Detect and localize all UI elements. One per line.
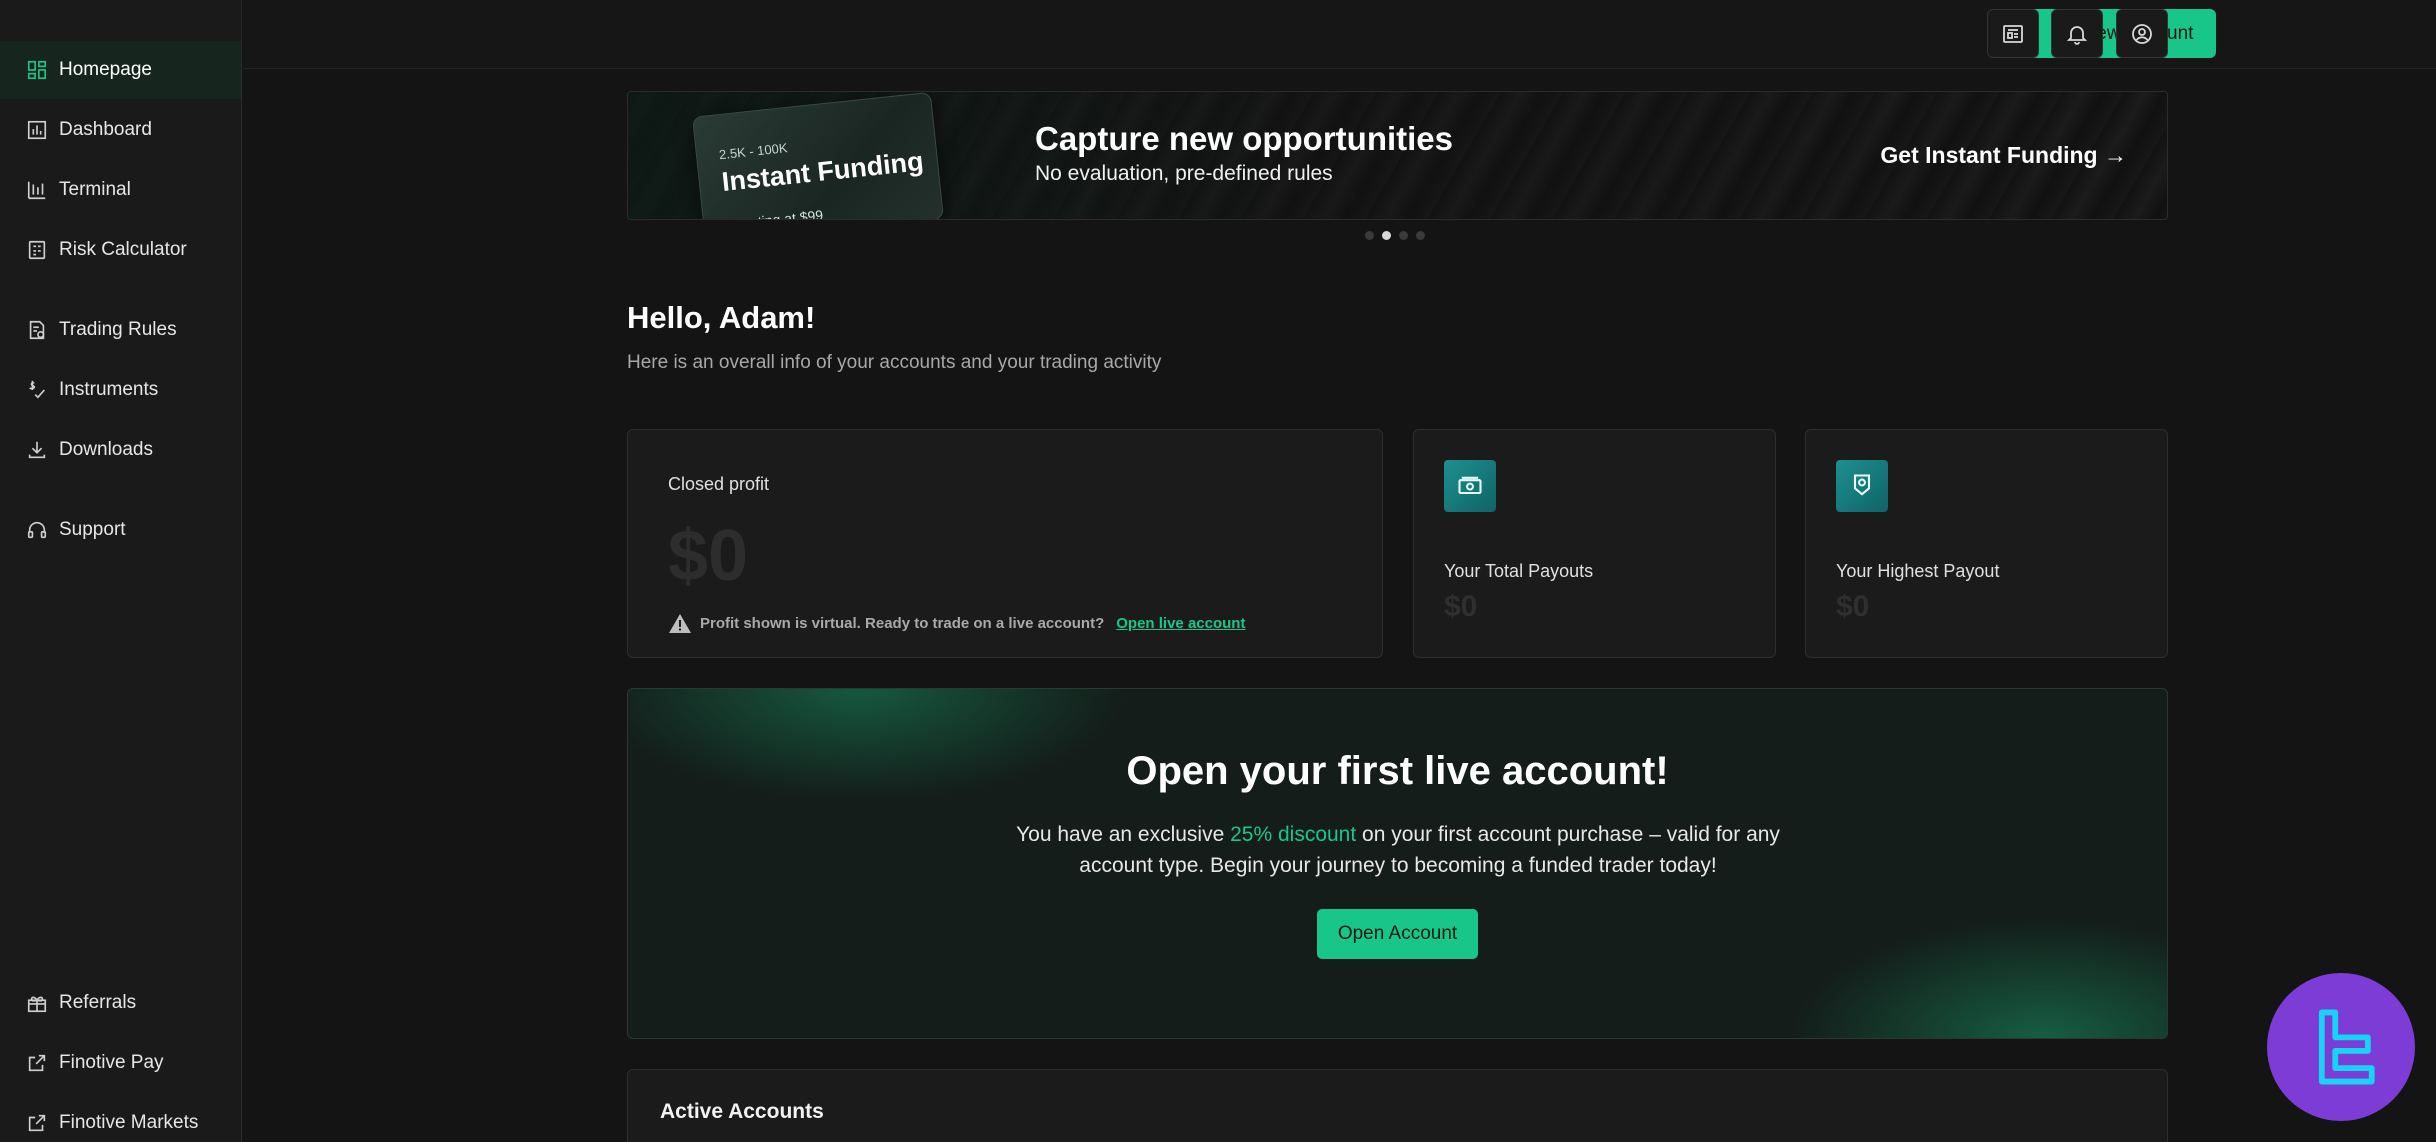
discount-highlight: 25% discount <box>1230 823 1357 846</box>
bar-chart-icon <box>25 118 49 142</box>
sidebar-item-label: Finotive Markets <box>59 1112 199 1133</box>
active-accounts-title: Active Accounts <box>660 1100 824 1123</box>
page-subtitle: Here is an overall info of your accounts… <box>627 352 1162 373</box>
sidebar-item-risk-calculator[interactable]: Risk Calculator <box>0 221 241 279</box>
highest-payout-card: Your Highest Payout $0 <box>1805 429 2168 658</box>
carousel-dot[interactable] <box>1399 231 1408 240</box>
sidebar-item-label: Dashboard <box>59 119 152 140</box>
total-payouts-card: Your Total Payouts $0 <box>1413 429 1776 658</box>
closed-profit-card: Closed profit $0 Profit shown is virtual… <box>627 429 1383 658</box>
virtual-note-text: Profit shown is virtual. Ready to trade … <box>700 614 1105 632</box>
warning-icon <box>669 614 691 633</box>
sidebar-item-label: Downloads <box>59 439 153 460</box>
total-payouts-label: Your Total Payouts <box>1444 561 1594 581</box>
virtual-profit-note: Profit shown is virtual. Ready to trade … <box>668 612 1245 634</box>
sidebar-item-downloads[interactable]: Downloads <box>0 421 241 479</box>
sidebar-item-label: Instruments <box>59 379 159 400</box>
cash-icon <box>1444 460 1496 512</box>
gift-icon <box>25 991 49 1015</box>
banner-subtitle: No evaluation, pre-defined rules <box>1035 162 1333 185</box>
bell-icon <box>2066 25 2088 45</box>
sidebar-item-label: Referrals <box>59 992 137 1013</box>
sidebar-item-label: Finotive Pay <box>59 1052 164 1073</box>
sidebar-item-dashboard[interactable]: Dashboard <box>0 101 241 159</box>
notifications-button[interactable] <box>2051 9 2103 58</box>
sidebar-item-label: Support <box>59 519 126 540</box>
award-icon <box>1836 460 1888 512</box>
headset-icon <box>25 518 49 542</box>
sidebar-item-label: Terminal <box>59 179 131 200</box>
promo-range: 2.5K - 100K <box>718 140 789 163</box>
sidebar-item-trading-rules[interactable]: Trading Rules <box>0 301 241 359</box>
sidebar-item-label: Homepage <box>59 59 152 80</box>
newspaper-icon <box>2003 24 2023 43</box>
grid-icon <box>25 58 49 82</box>
sidebar-item-homepage[interactable]: Homepage <box>0 41 241 99</box>
closed-profit-label: Closed profit <box>668 474 770 494</box>
total-payouts-value: $0 <box>1444 590 1478 623</box>
rules-document-icon <box>25 318 49 342</box>
external-link-icon <box>25 1111 49 1135</box>
promo-price: Starting at $99 <box>731 206 824 220</box>
sidebar-item-referrals[interactable]: Referrals <box>0 974 241 1032</box>
sidebar-item-terminal[interactable]: Terminal <box>0 161 241 219</box>
brand-logo-button[interactable] <box>2267 973 2415 1121</box>
live-promo-title: Open your first live account! <box>1126 749 1669 793</box>
sidebar-item-finotive-pay[interactable]: Finotive Pay <box>0 1034 241 1092</box>
carousel-dots <box>1365 231 1425 240</box>
sidebar-item-label: Trading Rules <box>59 319 177 340</box>
download-icon <box>25 438 49 462</box>
sidebar-item-instruments[interactable]: Instruments <box>0 361 241 419</box>
news-button[interactable] <box>1987 9 2039 58</box>
dollar-check-icon <box>25 378 49 402</box>
user-circle-icon <box>2132 23 2152 44</box>
brand-logo-icon <box>2318 1009 2375 1085</box>
closed-profit-value: $0 <box>668 516 749 596</box>
sidebar-item-finotive-markets[interactable]: Finotive Markets <box>0 1094 241 1142</box>
sidebar: Homepage Dashboard Terminal Risk Calcula… <box>0 0 242 1142</box>
live-account-promo: Open your first live account! You have a… <box>627 688 2168 1039</box>
promo-banner[interactable]: 2.5K - 100K Instant Funding Starting at … <box>627 91 2168 220</box>
open-account-button[interactable]: Open Account <box>1317 909 1478 959</box>
page-title: Hello, Adam! <box>627 300 816 335</box>
sidebar-item-support[interactable]: Support <box>0 501 241 559</box>
highest-payout-label: Your Highest Payout <box>1836 561 2000 581</box>
banner-title: Capture new opportunities <box>1035 120 1454 157</box>
live-promo-text: You have an exclusive 25% discount on yo… <box>998 819 1798 881</box>
external-link-icon <box>25 1051 49 1075</box>
carousel-dot[interactable] <box>1365 231 1374 240</box>
carousel-dot[interactable] <box>1416 231 1425 240</box>
calculator-icon <box>25 238 49 262</box>
open-live-account-link[interactable]: Open live account <box>1116 615 1245 632</box>
get-instant-funding-link[interactable]: Get Instant Funding → <box>1880 142 2127 169</box>
active-accounts-panel: Active Accounts <box>627 1069 2168 1142</box>
carousel-dot-active[interactable] <box>1382 231 1391 240</box>
highest-payout-value: $0 <box>1836 590 1870 623</box>
profile-button[interactable] <box>2116 9 2168 58</box>
top-bar: New Account <box>243 0 2436 69</box>
live-promo-text-before: You have an exclusive <box>1016 823 1231 846</box>
candlestick-icon <box>25 178 49 202</box>
sidebar-item-label: Risk Calculator <box>59 239 187 260</box>
